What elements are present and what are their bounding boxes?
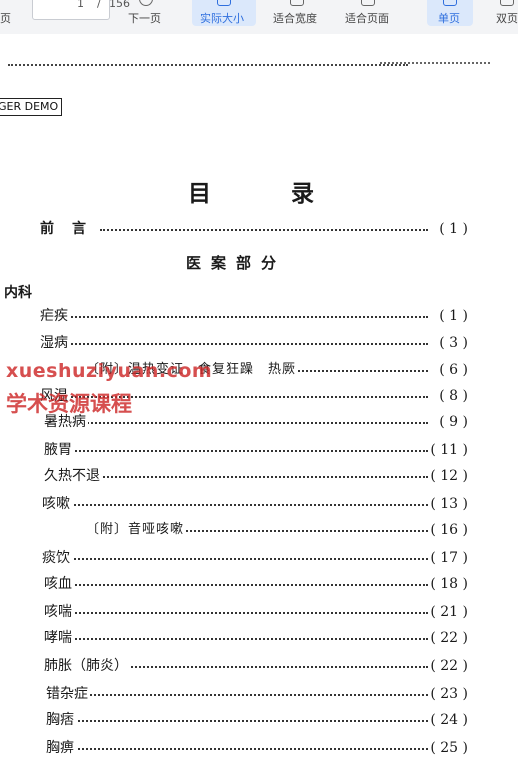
dot-leader	[60, 316, 428, 318]
toc-entry[interactable]: 咳喘 ( 21 )	[44, 602, 468, 622]
toc-entry-page: ( 8 )	[437, 386, 468, 406]
next-page-icon	[139, 0, 153, 6]
dot-leader	[64, 422, 428, 424]
toc-entry[interactable]: 痰饮 ( 17 )	[42, 548, 468, 568]
dot-leader	[62, 558, 428, 560]
dot-leader	[60, 343, 428, 345]
dot-leader	[66, 748, 428, 750]
toc-entry-page: ( 11 )	[428, 440, 468, 460]
document-page: GER DEMO 目 录 前 言 ( 1 ) 医案部分 内科 疟疾 ( 1 ) 湿病…	[0, 34, 518, 768]
toc-entry-page: ( 1 )	[437, 306, 468, 326]
fit-width-icon	[290, 0, 304, 6]
single-page-label: 单页	[438, 12, 460, 25]
toc-entry-label: 前 言	[40, 219, 90, 239]
toc-entry[interactable]: 久热不退 ( 12 )	[44, 466, 468, 486]
toc-entry-label: 腋胃	[44, 440, 74, 460]
toc-entry-page: ( 18 )	[428, 574, 468, 594]
toc-entry-preface[interactable]: 前 言 ( 1 )	[40, 219, 468, 239]
single-page-icon	[443, 0, 457, 6]
fit-width-button[interactable]: 适合宽度	[273, 10, 317, 26]
toc-entry-label: 疟疾	[40, 306, 70, 326]
toc-entry-label: 咳喘	[44, 602, 74, 622]
toc-entry[interactable]: 胸痞 ( 24 )	[46, 710, 468, 730]
toc-entry-page: ( 24 )	[428, 710, 468, 730]
toc-entry[interactable]: 错杂症 ( 23 )	[46, 684, 468, 704]
toc-entry-page: ( 22 )	[428, 656, 468, 676]
toc-entry[interactable]: 胸痹 ( 25 )	[46, 738, 468, 758]
toc-entry[interactable]: 咳血 ( 18 )	[44, 574, 468, 594]
fit-page-icon	[361, 0, 375, 6]
dot-leader	[64, 638, 428, 640]
scan-noise-line	[380, 62, 490, 64]
page-total: 156	[109, 0, 130, 10]
toc-entry-label: 痰饮	[42, 548, 72, 568]
demo-stamp: GER DEMO	[0, 98, 63, 116]
actual-size-button[interactable]: 实际大小	[192, 0, 256, 26]
dot-leader	[64, 584, 428, 586]
toc-entry-page: ( 12 )	[428, 466, 468, 486]
next-page-button[interactable]: 下一页	[128, 10, 161, 26]
scan-noise-line	[8, 64, 408, 66]
toc-entry-label: 哮喘	[44, 628, 74, 648]
dot-leader	[62, 504, 428, 506]
toc-entry[interactable]: 湿病 ( 3 )	[40, 333, 468, 353]
toc-entry-page: ( 9 )	[437, 412, 468, 432]
fit-page-button[interactable]: 适合页面	[345, 10, 389, 26]
toc-entry-page: ( 13 )	[428, 494, 468, 514]
toc-entry-page: ( 22 )	[428, 628, 468, 648]
actual-size-label: 实际大小	[200, 12, 244, 25]
dot-leader	[100, 229, 428, 231]
toc-entry[interactable]: 腋胃 ( 11 )	[44, 440, 468, 460]
dot-leader	[64, 612, 428, 614]
prev-page-button[interactable]: 页	[0, 10, 11, 26]
section-title: 医案部分	[186, 254, 287, 272]
toc-entry-label: 胸痹	[46, 738, 76, 758]
toc-entry-page: ( 6 )	[437, 360, 468, 380]
toc-entry[interactable]: 哮喘 ( 22 )	[44, 628, 468, 648]
toc-entry-label: 错杂症	[46, 684, 90, 704]
toc-title: 目 录	[188, 180, 351, 207]
dot-leader	[64, 450, 428, 452]
watermark-text: 学术资源课程	[6, 392, 132, 416]
toc-entry[interactable]: 疟疾 ( 1 )	[40, 306, 468, 326]
toc-entry-label: 肺胀（肺炎）	[44, 656, 130, 676]
toc-entry[interactable]: 〔附〕音哑咳嗽 ( 16 )	[86, 520, 468, 540]
toc-entry-page: ( 3 )	[437, 333, 468, 353]
toc-entry-page: ( 25 )	[428, 738, 468, 758]
toc-entry-label: 咳血	[44, 574, 74, 594]
double-page-icon	[500, 0, 514, 6]
toc-entry-label: 胸痞	[46, 710, 76, 730]
toc-entry[interactable]: 肺胀（肺炎） ( 22 )	[44, 656, 468, 676]
toc-entry-label: 湿病	[40, 333, 70, 353]
toc-entry[interactable]: 咳嗽 ( 13 )	[42, 494, 468, 514]
toc-entry-label: 咳嗽	[42, 494, 72, 514]
page-separator: /	[97, 0, 101, 10]
page-number-box[interactable]: 1 / 156	[32, 0, 130, 20]
double-page-button[interactable]: 双页	[496, 10, 518, 26]
page-current-input[interactable]: 1	[77, 0, 84, 10]
dot-leader	[66, 694, 428, 696]
pdf-toolbar: 页 1 / 156 下一页 实际大小 适合宽度 适合页面 单页 双页	[0, 0, 518, 35]
toc-entry-page: ( 1 )	[437, 219, 468, 239]
watermark-url: xueshuziyuan.com	[6, 360, 213, 382]
category-heading: 内科	[4, 285, 32, 301]
toc-entry-page: ( 23 )	[428, 684, 468, 704]
toc-entry-page: ( 17 )	[428, 548, 468, 568]
toc-entry-label: 久热不退	[44, 466, 102, 486]
toc-entry-label: 〔附〕音哑咳嗽	[86, 520, 187, 540]
single-page-button[interactable]: 单页	[427, 0, 473, 26]
actual-size-icon	[217, 0, 231, 6]
dot-leader	[64, 476, 428, 478]
toc-entry-page: ( 21 )	[428, 602, 468, 622]
dot-leader	[66, 720, 428, 722]
toc-entry-page: ( 16 )	[428, 520, 468, 540]
